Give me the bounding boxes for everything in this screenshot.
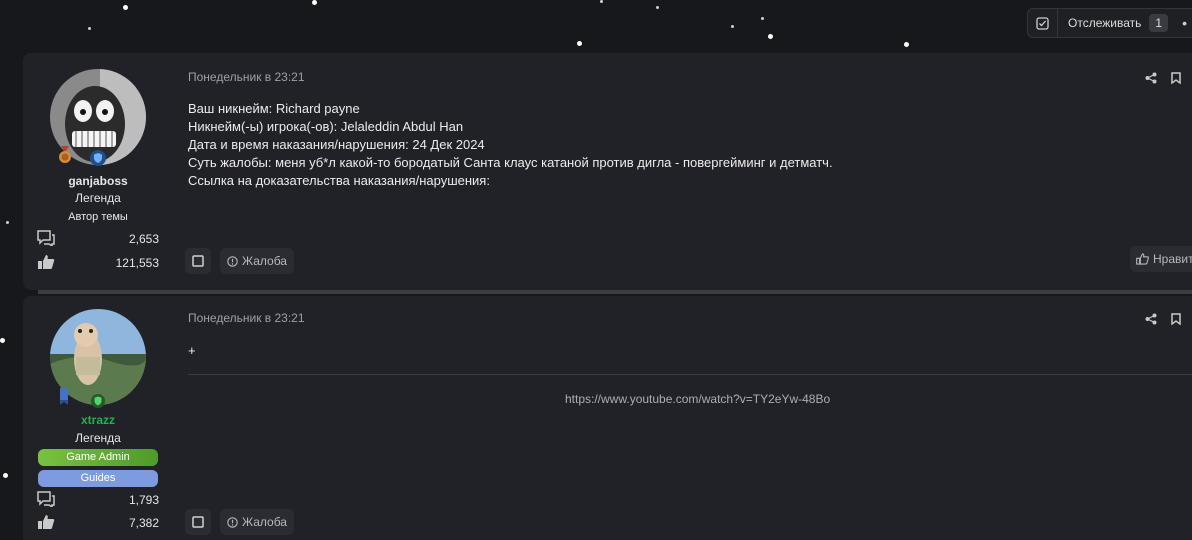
check-square-icon [1036,16,1049,30]
post-date[interactable]: Понедельник в 23:21 [188,311,305,325]
report-label: Жалоба [242,515,287,529]
star [904,42,909,47]
report-button[interactable]: Жалоба [220,509,294,535]
star [768,34,773,39]
select-post-checkbox[interactable] [185,509,211,535]
messages-icon [37,230,55,246]
star [577,41,582,46]
ribbon-icon [60,388,68,405]
report-label: Жалоба [242,254,287,268]
bookmark-icon[interactable] [1171,313,1181,325]
reactions-stat: 121,553 [37,254,159,272]
share-icon[interactable] [1145,72,1157,84]
post-user-info: ganjaboss Легенда Автор темы 2,653 121,5… [23,53,173,290]
post-line: Суть жалобы: меня уб*л какой-то бородаты… [188,155,833,170]
bookmark-icon[interactable] [1171,72,1181,84]
post-user-info: xtrazz Легенда Game Admin Guides 1,793 7… [23,296,173,540]
more-icon[interactable]: • [1182,15,1187,31]
messages-count: 2,653 [128,232,159,246]
post-divider [38,290,1192,294]
star [3,473,8,478]
like-label: Нравит [1153,252,1192,266]
select-post-checkbox[interactable] [185,248,211,274]
user-title: Легенда [75,191,121,205]
watch-toolbar: Отслеживать 1 • [1027,8,1192,38]
star [123,5,128,10]
thumbs-up-icon [38,255,55,269]
role-banner-guides: Guides [38,470,158,487]
post-actions [1145,313,1181,325]
post-line: Ссылка на доказательства наказания/наруш… [188,173,490,188]
checkbox-icon [192,516,204,528]
post-line: Дата и время наказания/нарушения: 24 Дек… [188,137,485,152]
post-line: Никнейм(-ы) игрока(-ов): Jelaleddin Abdu… [188,119,464,134]
watch-count-badge: 1 [1149,14,1169,32]
alert-circle-icon [227,255,238,267]
star [656,6,659,9]
post-line: Ваш никнейм: Richard payne [188,101,360,116]
divider [188,374,1192,375]
select-thread-checkbox[interactable] [1028,9,1058,37]
post: xtrazz Легенда Game Admin Guides 1,793 7… [23,296,1192,540]
star [0,338,5,343]
star [761,17,764,20]
thread-author-label: Автор темы [68,211,128,223]
post-date[interactable]: Понедельник в 23:21 [188,70,305,84]
thumbs-up-icon [1136,253,1149,265]
youtube-link[interactable]: https://www.youtube.com/watch?v=TY2eYw-4… [565,392,830,406]
star [731,25,734,28]
alert-circle-icon [227,516,238,528]
watch-button[interactable]: Отслеживать [1068,16,1141,30]
post-body: + [188,342,196,360]
game-admin-shield-icon [91,394,105,408]
reactions-count: 121,553 [115,256,159,270]
user-title: Легенда [75,431,121,445]
reactions-count: 7,382 [128,516,159,530]
post-body: Ваш никнейм: Richard payne Никнейм(-ы) и… [188,100,833,190]
role-banner-game-admin: Game Admin [38,449,158,466]
star [88,27,91,30]
like-button[interactable]: Нравит [1130,246,1192,272]
messages-stat: 2,653 [37,230,159,248]
messages-count: 1,793 [128,493,159,507]
checkbox-icon [192,255,204,267]
star [600,0,603,3]
thumbs-up-icon [38,515,55,529]
share-icon[interactable] [1145,313,1157,325]
report-button[interactable]: Жалоба [220,248,294,274]
medal-icon [59,146,71,163]
post-actions [1145,72,1181,84]
messages-icon [37,491,55,507]
moderator-shield-icon [90,150,106,166]
reactions-stat: 7,382 [37,514,159,532]
star [312,0,317,5]
post: ganjaboss Легенда Автор темы 2,653 121,5… [23,53,1192,290]
star [6,221,9,224]
username[interactable]: xtrazz [23,413,173,427]
username[interactable]: ganjaboss [23,174,173,188]
messages-stat: 1,793 [37,491,159,509]
post-line: + [188,343,196,358]
